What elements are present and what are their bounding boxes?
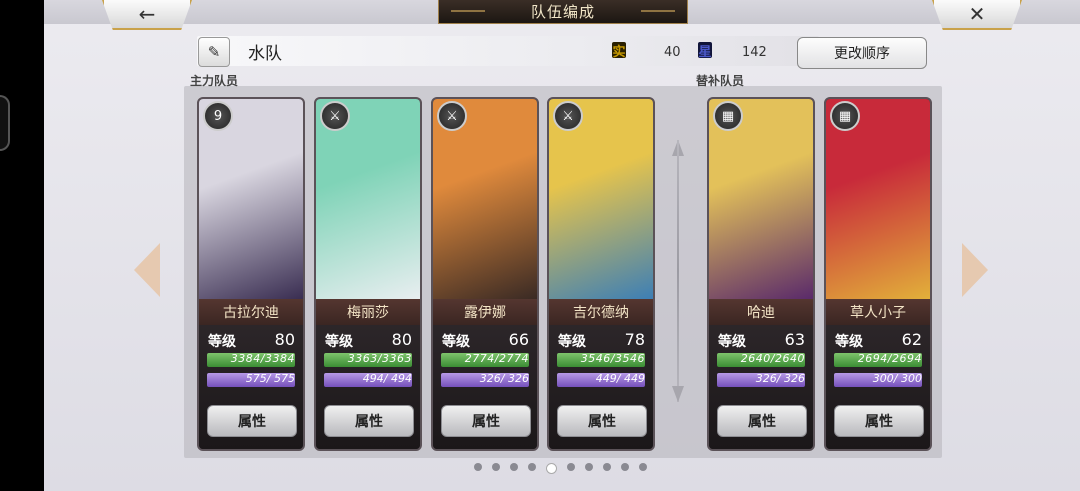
weapon-type-icon: ⚔ (320, 101, 350, 131)
mp-value: 575/ 575 (245, 372, 295, 385)
hp-bar: 2774/2774 (441, 352, 529, 367)
attributes-button[interactable]: 属性 (717, 405, 807, 437)
next-team-arrow-icon[interactable] (962, 243, 988, 297)
level-value: 78 (624, 330, 645, 349)
game-screen: ← 队伍编成 ✕ ✎ 水队 实 40 星 142 更改顺序 主力队员 替补队员 … (44, 0, 1080, 491)
mp-bar: 575/ 575 (207, 372, 295, 387)
level-label: 等级 (442, 334, 470, 350)
hp-value: 3546/3546 (580, 352, 645, 365)
mp-bar: 494/ 494 (324, 372, 412, 387)
attributes-button[interactable]: 属性 (557, 405, 647, 437)
character-stats: 等级 66 2774/2774 326/ 326 属性 (433, 325, 537, 449)
page-dot[interactable] (474, 463, 482, 471)
change-order-button[interactable]: 更改顺序 (797, 37, 927, 69)
team-divider (677, 140, 679, 402)
weapon-type-icon: ▦ (830, 101, 860, 131)
character-stats: 等级 62 2694/2694 300/ 300 属性 (826, 325, 930, 449)
character-name: 古拉尔迪 (199, 299, 303, 325)
member-card[interactable]: 9 古拉尔迪 等级 80 3384/3384 575/ 575 属性 (197, 97, 305, 451)
level-value: 63 (784, 330, 805, 349)
character-stats: 等级 80 3363/3363 494/ 494 属性 (316, 325, 420, 449)
page-dot[interactable] (639, 463, 647, 471)
character-stats: 等级 80 3384/3384 575/ 575 属性 (199, 325, 303, 449)
back-button[interactable]: ← (102, 0, 192, 30)
page-indicator (474, 463, 647, 474)
member-card[interactable]: ⚔ 露伊娜 等级 66 2774/2774 326/ 326 属性 (431, 97, 539, 451)
attributes-button[interactable]: 属性 (207, 405, 297, 437)
page-dot[interactable] (621, 463, 629, 471)
level-label: 等级 (718, 334, 746, 350)
hp-bar: 3363/3363 (324, 352, 412, 367)
star-stat-icon: 星 (698, 42, 712, 60)
level-label: 等级 (558, 334, 586, 350)
mp-bar: 449/ 449 (557, 372, 645, 387)
mp-value: 300/ 300 (872, 372, 922, 385)
mp-bar: 326/ 326 (441, 372, 529, 387)
character-stats: 等级 63 2640/2640 326/ 326 属性 (709, 325, 813, 449)
weapon-type-icon: ⚔ (553, 101, 583, 131)
character-name: 草人小子 (826, 299, 930, 325)
hp-value: 2640/2640 (740, 352, 805, 365)
prev-team-arrow-icon[interactable] (134, 243, 160, 297)
page-dot[interactable] (585, 463, 593, 471)
mp-bar: 300/ 300 (834, 372, 922, 387)
close-button[interactable]: ✕ (932, 0, 1022, 30)
level-value: 80 (274, 330, 295, 349)
member-card[interactable]: ⚔ 梅丽莎 等级 80 3363/3363 494/ 494 属性 (314, 97, 422, 451)
level-value: 80 (391, 330, 412, 349)
hp-bar: 3384/3384 (207, 352, 295, 367)
hp-bar: 2694/2694 (834, 352, 922, 367)
close-icon: ✕ (968, 2, 986, 26)
hp-bar: 3546/3546 (557, 352, 645, 367)
character-stats: 等级 78 3546/3546 449/ 449 属性 (549, 325, 653, 449)
page-title: 队伍编成 (438, 0, 688, 24)
mp-value: 494/ 494 (362, 372, 412, 385)
edit-team-name-button[interactable]: ✎ (198, 37, 230, 67)
level-value: 66 (508, 330, 529, 349)
page-dot[interactable] (603, 463, 611, 471)
weapon-type-icon: ⚔ (437, 101, 467, 131)
page-dot[interactable] (546, 463, 557, 474)
character-name: 哈迪 (709, 299, 813, 325)
page-dot[interactable] (510, 463, 518, 471)
attributes-button[interactable]: 属性 (324, 405, 414, 437)
strength-stat-icon: 实 (612, 42, 626, 60)
mp-value: 326/ 326 (479, 372, 529, 385)
mp-value: 449/ 449 (595, 372, 645, 385)
hp-value: 3363/3363 (347, 352, 412, 365)
mp-bar: 326/ 326 (717, 372, 805, 387)
hp-value: 3384/3384 (230, 352, 295, 365)
quill-pen-icon: ✎ (207, 43, 221, 61)
weapon-type-icon: ▦ (713, 101, 743, 131)
page-dot[interactable] (492, 463, 500, 471)
team-name-bar (197, 36, 819, 66)
strength-stat-value: 40 (664, 45, 681, 60)
hp-value: 2774/2774 (464, 352, 529, 365)
device-side-button (0, 95, 10, 151)
member-card[interactable]: ▦ 草人小子 等级 62 2694/2694 300/ 300 属性 (824, 97, 932, 451)
team-name: 水队 (248, 44, 282, 64)
character-name: 露伊娜 (433, 299, 537, 325)
page-dot[interactable] (567, 463, 575, 471)
weapon-type-icon: 9 (203, 101, 233, 131)
hp-bar: 2640/2640 (717, 352, 805, 367)
level-value: 62 (901, 330, 922, 349)
character-name: 梅丽莎 (316, 299, 420, 325)
level-label: 等级 (325, 334, 353, 350)
back-arrow-icon: ← (138, 2, 156, 26)
member-card[interactable]: ▦ 哈迪 等级 63 2640/2640 326/ 326 属性 (707, 97, 815, 451)
attributes-button[interactable]: 属性 (834, 405, 924, 437)
attributes-button[interactable]: 属性 (441, 405, 531, 437)
mp-value: 326/ 326 (755, 372, 805, 385)
page-dot[interactable] (528, 463, 536, 471)
level-label: 等级 (835, 334, 863, 350)
star-stat-value: 142 (742, 45, 767, 60)
character-name: 吉尔德纳 (549, 299, 653, 325)
member-card[interactable]: ⚔ 吉尔德纳 等级 78 3546/3546 449/ 449 属性 (547, 97, 655, 451)
hp-value: 2694/2694 (857, 352, 922, 365)
level-label: 等级 (208, 334, 236, 350)
